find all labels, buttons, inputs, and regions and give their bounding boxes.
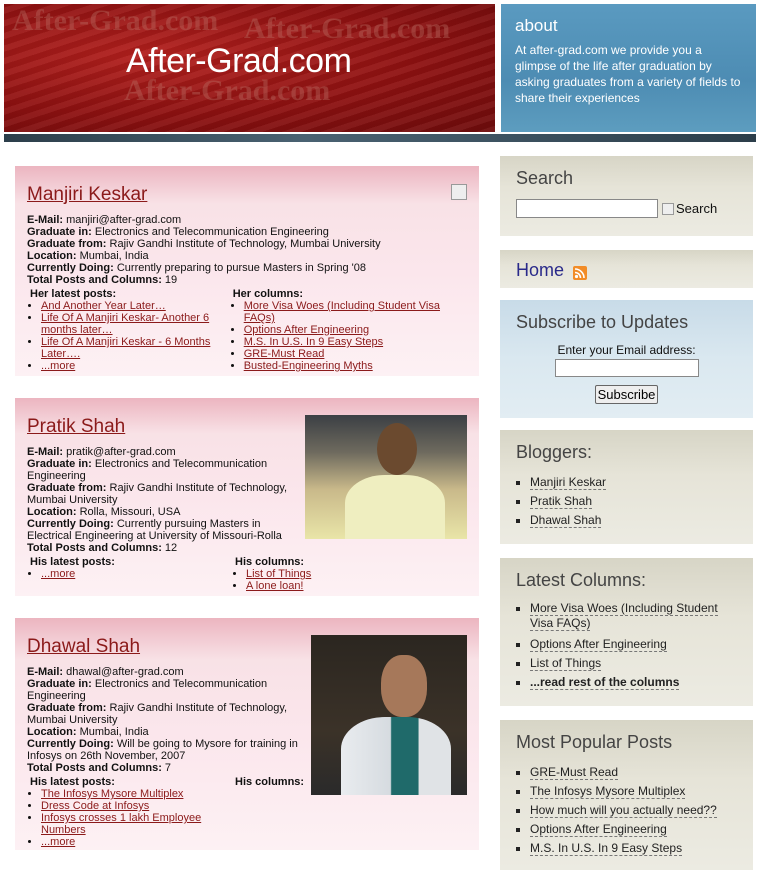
- site-title[interactable]: After-Grad.com: [126, 42, 352, 81]
- about-panel: about At after-grad.com we provide you a…: [501, 4, 756, 132]
- popular-posts-title: Most Popular Posts: [516, 732, 673, 752]
- blogger-link[interactable]: Manjiri Keskar: [530, 475, 607, 490]
- profile-card-manjiri: Manjiri Keskar E-Mail: manjiri@after-gra…: [15, 166, 479, 376]
- rss-icon[interactable]: [573, 266, 588, 281]
- watermark-text: After-Grad.com: [12, 4, 219, 37]
- column-link[interactable]: A lone loan!: [246, 580, 304, 592]
- column-link[interactable]: Options After Engineering: [244, 324, 369, 336]
- broken-image-icon: [451, 184, 467, 200]
- post-link[interactable]: Infosys crosses 1 lakh Employee Numbers: [41, 812, 201, 836]
- popular-post-link[interactable]: Options After Engineering: [530, 822, 667, 837]
- profile-card-dhawal: Dhawal Shah E-Mail: dhawal@after-grad.co…: [15, 618, 479, 850]
- home-widget: Home: [500, 250, 753, 288]
- column-link[interactable]: Busted-Engineering Myths: [244, 360, 373, 372]
- latest-columns-widget: Latest Columns: More Visa Woes (Includin…: [500, 558, 753, 706]
- search-title: Search: [516, 168, 574, 188]
- column-link[interactable]: More Visa Woes (Including Student Visa F…: [530, 601, 718, 631]
- profile-email: pratik@after-grad.com: [66, 446, 176, 458]
- popular-post-link[interactable]: How much will you actually need??: [530, 803, 717, 818]
- header-divider: [4, 134, 756, 142]
- more-link[interactable]: ...more: [41, 836, 75, 848]
- column-link[interactable]: M.S. In U.S. In 9 Easy Steps: [244, 336, 383, 348]
- latest-posts-list: His latest posts: The Infosys Mysore Mul…: [27, 776, 232, 848]
- profile-info: E-Mail: dhawal@after-grad.com Graduate i…: [27, 666, 298, 774]
- broken-image-icon: [662, 202, 674, 215]
- column-link[interactable]: List of Things: [530, 656, 602, 671]
- subscribe-button[interactable]: Subscribe: [594, 385, 659, 404]
- profile-email: manjiri@after-grad.com: [66, 214, 182, 226]
- profile-card-pratik: Pratik Shah E-Mail: pratik@after-grad.co…: [15, 398, 479, 596]
- popular-post-link[interactable]: M.S. In U.S. In 9 Easy Steps: [530, 841, 683, 856]
- latest-posts-list: His latest posts: ...more: [27, 556, 232, 592]
- more-link[interactable]: ...more: [41, 568, 75, 580]
- column-link[interactable]: Options After Engineering: [530, 637, 667, 652]
- post-link[interactable]: Life Of A Manjiri Keskar - 6 Months Late…: [41, 336, 210, 360]
- column-link[interactable]: List of Things: [246, 568, 311, 580]
- profile-photo: [311, 635, 467, 795]
- about-text: At after-grad.com we provide you a glimp…: [515, 43, 741, 105]
- profile-info: E-Mail: manjiri@after-grad.com Graduate …: [27, 214, 381, 286]
- subscribe-prompt: Enter your Email address:: [557, 343, 696, 357]
- columns-list: His columns: List of Things A lone loan!: [232, 556, 437, 592]
- popular-post-link[interactable]: GRE-Must Read: [530, 765, 619, 780]
- subscribe-widget: Subscribe to Updates Enter your Email ad…: [500, 300, 753, 418]
- bloggers-widget: Bloggers: Manjiri Keskar Pratik Shah Dha…: [500, 430, 753, 544]
- post-link[interactable]: Life Of A Manjiri Keskar- Another 6 mont…: [41, 312, 209, 336]
- search-widget: Search Search: [500, 156, 753, 236]
- bloggers-title: Bloggers:: [516, 442, 593, 462]
- post-link[interactable]: Dress Code at Infosys: [41, 800, 149, 812]
- profile-name-link[interactable]: Manjiri Keskar: [27, 184, 467, 206]
- popular-post-link[interactable]: The Infosys Mysore Multiplex: [530, 784, 686, 799]
- site-header-banner: After-Grad.com After-Grad.com After-Grad…: [4, 4, 495, 132]
- column-link[interactable]: More Visa Woes (Including Student Visa F…: [244, 300, 440, 324]
- search-button[interactable]: Search: [662, 201, 717, 216]
- about-title: about: [515, 16, 558, 35]
- watermark-text: After-Grad.com: [244, 12, 451, 45]
- latest-posts-list: Her latest posts: And Another Year Later…: [27, 288, 230, 372]
- search-input[interactable]: [516, 199, 658, 218]
- column-link[interactable]: GRE-Must Read: [244, 348, 325, 360]
- more-link[interactable]: ...more: [41, 360, 75, 372]
- read-rest-link[interactable]: ...read rest of the columns: [530, 675, 680, 690]
- email-field[interactable]: [554, 359, 699, 377]
- post-link[interactable]: And Another Year Later…: [41, 300, 166, 312]
- popular-posts-widget: Most Popular Posts GRE-Must Read The Inf…: [500, 720, 753, 870]
- subscribe-title: Subscribe to Updates: [516, 312, 689, 332]
- profile-info: E-Mail: pratik@after-grad.com Graduate i…: [27, 446, 288, 554]
- blogger-link[interactable]: Pratik Shah: [530, 494, 593, 509]
- profile-photo: [305, 415, 467, 539]
- home-link[interactable]: Home: [516, 260, 564, 280]
- profile-email: dhawal@after-grad.com: [66, 666, 184, 678]
- columns-list: Her columns: More Visa Woes (Including S…: [230, 288, 467, 372]
- post-link[interactable]: The Infosys Mysore Multiplex: [41, 788, 183, 800]
- latest-columns-title: Latest Columns:: [516, 570, 647, 590]
- blogger-link[interactable]: Dhawal Shah: [530, 513, 602, 528]
